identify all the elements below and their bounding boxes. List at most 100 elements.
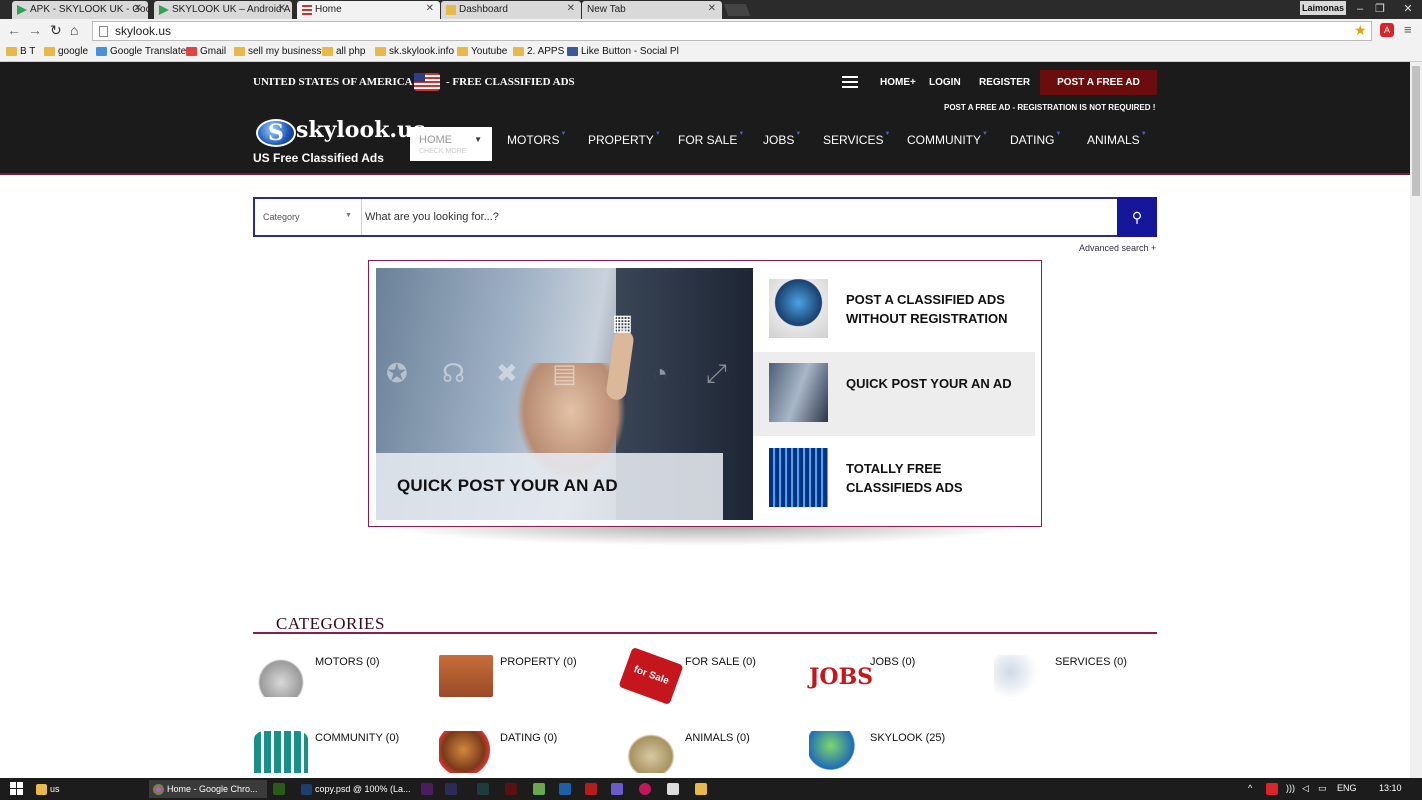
- post-free-ad-button[interactable]: POST A FREE AD: [1040, 70, 1157, 95]
- notes-icon[interactable]: [611, 783, 623, 795]
- dreamweaver-icon[interactable]: [273, 783, 285, 795]
- new-tab-button[interactable]: [723, 4, 751, 16]
- speaker-icon[interactable]: ◁: [1302, 783, 1309, 794]
- close-window-icon[interactable]: ✕: [1398, 0, 1418, 18]
- tray-app-icon[interactable]: [1266, 783, 1278, 795]
- nav-animals[interactable]: ANIMALS ▼: [1087, 131, 1147, 147]
- us-flag-icon: [302, 5, 312, 15]
- bookmark-item[interactable]: Like Button - Social Pl: [567, 46, 679, 57]
- login-link[interactable]: LOGIN: [929, 77, 961, 88]
- audition-icon[interactable]: [477, 783, 489, 795]
- browser-tab-active[interactable]: Home ✕: [297, 1, 440, 19]
- category-skylook[interactable]: SKYLOOK (25): [809, 731, 989, 778]
- android-icon[interactable]: [533, 783, 545, 795]
- forward-icon[interactable]: →: [28, 22, 42, 38]
- bookmark-item[interactable]: Google Translate: [96, 46, 186, 57]
- advanced-search-link[interactable]: Advanced search +: [1079, 243, 1156, 253]
- category-jobs[interactable]: JOBS JOBS (0): [809, 655, 989, 715]
- slider-item-active[interactable]: QUICK POST YOUR AN AD: [753, 352, 1035, 436]
- bookmark-item[interactable]: google: [44, 46, 88, 57]
- close-icon[interactable]: ✕: [278, 3, 286, 14]
- reload-icon[interactable]: ↻: [50, 22, 62, 39]
- minimize-icon[interactable]: –: [1350, 0, 1370, 18]
- close-icon[interactable]: ✕: [567, 3, 575, 14]
- browser-tab[interactable]: New Tab ✕: [582, 1, 722, 19]
- slider-item[interactable]: TOTALLY FREE CLASSIFIEDS ADS: [753, 437, 1035, 521]
- bookmark-item[interactable]: Gmail: [186, 46, 226, 57]
- folder-icon: [44, 47, 55, 56]
- bookmark-item[interactable]: 2. APPS: [513, 46, 564, 57]
- wifi-icon[interactable]: ))): [1286, 783, 1295, 793]
- browser-tab[interactable]: SKYLOOK UK – Android A ✕: [154, 1, 292, 19]
- notification-icon[interactable]: ▭: [1318, 783, 1327, 794]
- hero-image[interactable]: ✪ ☊ ✖ ▤ ◔ ⤢ ▦ QUICK POST YOUR AN AD: [376, 268, 753, 520]
- search-input[interactable]: [365, 207, 1115, 227]
- premiere-icon[interactable]: [421, 783, 433, 795]
- address-bar[interactable]: skylook.us: [92, 21, 1372, 41]
- close-icon[interactable]: ✕: [708, 3, 716, 14]
- language-indicator[interactable]: ENG: [1337, 783, 1357, 793]
- slider-shadow: [372, 524, 1038, 546]
- after-effects-icon[interactable]: [445, 783, 457, 795]
- flash-icon[interactable]: [505, 783, 517, 795]
- profile-button[interactable]: Laimonas: [1300, 1, 1346, 15]
- category-select[interactable]: Category: [263, 212, 300, 222]
- restore-icon[interactable]: ❐: [1370, 0, 1390, 18]
- taskbar-item-photoshop[interactable]: copy.psd @ 100% (La...: [297, 780, 411, 798]
- clock[interactable]: 13:10: [1379, 783, 1402, 793]
- caret-down-icon: ▼: [1055, 131, 1062, 137]
- browser-tab[interactable]: APK - SKYLOOK UK - Goo ✕: [12, 1, 148, 19]
- paint-icon[interactable]: [695, 783, 707, 795]
- media-icon[interactable]: [639, 783, 651, 795]
- taskbar-item-chrome[interactable]: Home - Google Chro...: [149, 780, 267, 798]
- category-motors[interactable]: MOTORS (0): [254, 655, 434, 715]
- close-icon[interactable]: ✕: [134, 3, 142, 14]
- chevron-up-icon[interactable]: ^: [1248, 783, 1252, 793]
- bookmark-item[interactable]: all php: [322, 46, 365, 57]
- nav-services[interactable]: SERVICES ▼: [823, 131, 890, 147]
- nav-motors[interactable]: MOTORS ▼: [507, 131, 566, 147]
- nav-dating[interactable]: DATING ▼: [1010, 131, 1061, 147]
- category-label: SERVICES (0): [1055, 656, 1127, 668]
- nav-for-sale[interactable]: FOR SALE ▼: [678, 131, 744, 147]
- close-icon[interactable]: ✕: [426, 3, 434, 14]
- home-link[interactable]: HOME+: [880, 77, 916, 88]
- windows-start-icon[interactable]: [10, 782, 24, 796]
- slider-item[interactable]: POST A CLASSIFIED ADS WITHOUT REGISTRATI…: [753, 268, 1035, 352]
- nav-property[interactable]: PROPERTY ▼: [588, 131, 661, 147]
- gmail-icon: [186, 47, 197, 56]
- nav-home-dropdown[interactable]: HOME CHECK MORE ▼: [410, 127, 492, 161]
- menu-icon[interactable]: ≡: [1404, 22, 1412, 37]
- category-property[interactable]: PROPERTY (0): [439, 655, 619, 715]
- tab-title: SKYLOOK UK – Android A: [172, 4, 291, 15]
- category-community[interactable]: COMMUNITY (0): [254, 731, 434, 778]
- scrollbar-thumb[interactable]: [1412, 66, 1420, 196]
- calculator-icon[interactable]: [667, 783, 679, 795]
- word-icon[interactable]: [559, 783, 571, 795]
- play-store-icon: [17, 5, 27, 15]
- caret-down-icon: ▼: [474, 135, 482, 144]
- hamburger-menu-icon[interactable]: [842, 76, 858, 89]
- category-services[interactable]: SERVICES (0): [994, 655, 1174, 715]
- taskbar-item-folder[interactable]: us: [32, 780, 144, 798]
- category-dating[interactable]: DATING (0): [439, 731, 619, 778]
- bookmark-item[interactable]: Youtube: [457, 46, 507, 57]
- bookmark-item[interactable]: B T: [6, 46, 35, 57]
- filezilla-icon[interactable]: [585, 783, 597, 795]
- bookmark-item[interactable]: sell my business: [234, 46, 321, 57]
- category-animals[interactable]: ANIMALS (0): [624, 731, 804, 778]
- extension-icon[interactable]: A: [1380, 23, 1394, 37]
- home-icon[interactable]: ⌂: [70, 22, 78, 38]
- back-icon[interactable]: ←: [7, 22, 21, 38]
- bookmark-star-icon[interactable]: ★: [1354, 22, 1367, 39]
- nav-jobs[interactable]: JOBS ▼: [763, 131, 801, 147]
- browser-tab[interactable]: Dashboard ✕: [441, 1, 581, 19]
- register-link[interactable]: REGISTER: [979, 77, 1030, 88]
- nav-community[interactable]: COMMUNITY ▼: [907, 131, 988, 147]
- search-button[interactable]: ⚲: [1117, 197, 1157, 237]
- services-people-icon: [994, 655, 1048, 697]
- category-for-sale[interactable]: for Sale FOR SALE (0): [618, 647, 804, 715]
- page-scrollbar[interactable]: [1410, 62, 1422, 778]
- site-logo[interactable]: S skylook.us: [256, 117, 425, 149]
- bookmark-item[interactable]: sk.skylook.info: [375, 46, 454, 57]
